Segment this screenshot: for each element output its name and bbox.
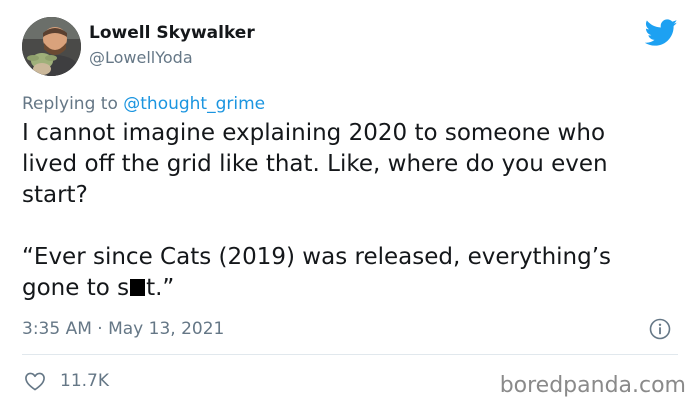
tweet-quote-start: “Ever since Cats (2019) was released, ev…	[22, 244, 612, 301]
info-icon[interactable]	[649, 318, 671, 340]
replying-to-prefix: Replying to	[22, 94, 124, 114]
avatar-image	[22, 17, 81, 76]
tweet-quote-end: t.”	[146, 275, 175, 301]
like-button[interactable]: 11.7K	[24, 370, 109, 392]
tweet-timestamp[interactable]: 3:35 AM · May 13, 2021	[22, 318, 224, 340]
boredpanda-watermark: boredpanda.com	[499, 373, 686, 398]
twitter-bird-icon[interactable]	[645, 19, 678, 47]
reply-mention-link[interactable]: @thought_grime	[123, 94, 265, 114]
censor-block	[130, 279, 146, 296]
avatar[interactable]	[22, 17, 81, 76]
replying-to-line: Replying to @thought_grime	[22, 93, 265, 115]
author-handle[interactable]: @LowellYoda	[89, 48, 193, 68]
divider	[22, 354, 678, 355]
tweet-quote-paragraph: “Ever since Cats (2019) was released, ev…	[22, 242, 682, 304]
like-count: 11.7K	[60, 371, 109, 391]
tweet-text: I cannot imagine explaining 2020 to some…	[22, 118, 682, 304]
author-display-name[interactable]: Lowell Skywalker	[89, 23, 255, 43]
heart-icon	[25, 372, 45, 391]
tweet-paragraph: I cannot imagine explaining 2020 to some…	[22, 120, 608, 208]
